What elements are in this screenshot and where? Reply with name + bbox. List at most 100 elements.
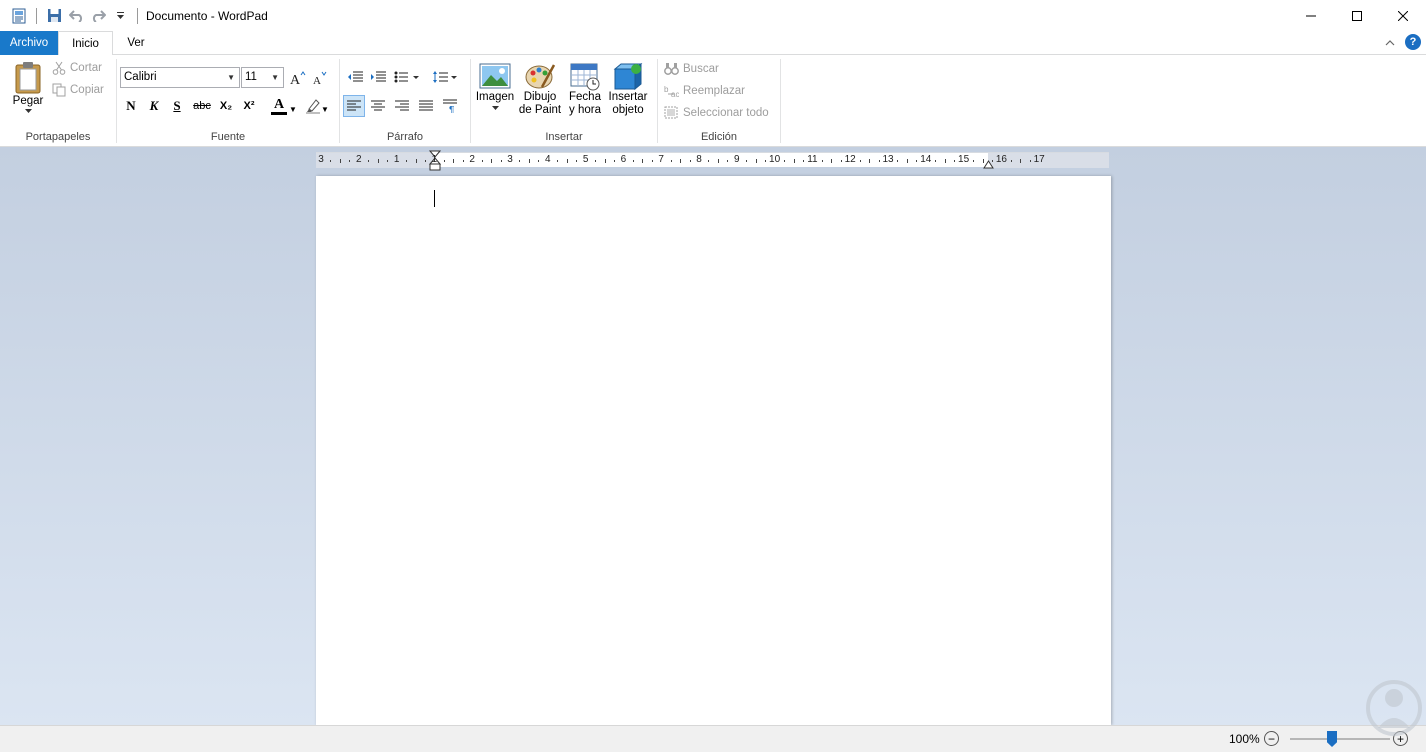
- image-icon: [479, 63, 511, 89]
- replace-label: Reemplazar: [683, 84, 745, 97]
- ruler-tick: [330, 160, 332, 162]
- ruler-tick: [727, 160, 729, 162]
- ruler-tick: [500, 160, 502, 162]
- align-right-button[interactable]: [391, 95, 413, 117]
- zoom-out-button[interactable]: −: [1264, 731, 1279, 746]
- italic-button[interactable]: K: [143, 95, 165, 117]
- decrease-indent-button[interactable]: [344, 66, 366, 88]
- replace-button[interactable]: b ac Reemplazar: [664, 84, 745, 98]
- document-workspace: 3 2 1 1 2 3 4 5 6 7 8 9 10 11 12 13 14 15 16 17: [0, 147, 1426, 725]
- font-group-label: Fuente: [210, 131, 246, 143]
- ruler-label: 9: [734, 154, 740, 165]
- ruler-label: 3: [318, 154, 324, 165]
- align-center-button[interactable]: [367, 95, 389, 117]
- shrink-font-icon: A: [313, 71, 327, 85]
- datetime-label-2: y hora: [569, 104, 601, 116]
- font-family-select[interactable]: Calibri ▼: [120, 67, 240, 88]
- copy-icon: [52, 83, 66, 97]
- ruler-tick: [954, 160, 956, 162]
- watermark-logo: [1366, 680, 1422, 736]
- ruler-label: 16: [995, 154, 1007, 165]
- image-button[interactable]: Imagen: [474, 59, 516, 111]
- font-size-select[interactable]: 11 ▼: [241, 67, 284, 88]
- underline-button[interactable]: S: [166, 95, 188, 117]
- ruler-tick: [746, 160, 748, 162]
- ruler-label: 14: [920, 154, 932, 165]
- ruler-tick: [443, 160, 445, 162]
- ruler-label: 12: [844, 154, 856, 165]
- bold-button[interactable]: N: [120, 95, 142, 117]
- chevron-down-icon[interactable]: ▼: [321, 105, 329, 114]
- select-all-button[interactable]: Seleccionar todo: [664, 106, 769, 119]
- ruler-tick: [670, 160, 672, 162]
- datetime-button[interactable]: Fecha y hora: [564, 59, 606, 117]
- line-spacing-button[interactable]: [430, 66, 460, 88]
- paste-button[interactable]: Pegar: [8, 59, 48, 125]
- customize-qat-icon[interactable]: [109, 5, 131, 27]
- align-left-icon: [347, 100, 361, 111]
- maximize-button[interactable]: [1334, 0, 1380, 31]
- align-right-icon: [395, 100, 409, 111]
- undo-icon[interactable]: [65, 5, 87, 27]
- insert-object-button[interactable]: Insertar objeto: [606, 59, 650, 117]
- ruler-tick: [387, 160, 389, 162]
- superscript-button[interactable]: X²: [238, 95, 260, 117]
- ruler-tick: [982, 159, 984, 163]
- redo-icon[interactable]: [87, 5, 109, 27]
- window-title: Documento - WordPad: [146, 8, 268, 23]
- copy-button[interactable]: Copiar: [52, 83, 104, 97]
- close-button[interactable]: [1380, 0, 1426, 31]
- cut-button[interactable]: Cortar: [52, 61, 102, 75]
- paste-label: Pegar: [12, 95, 44, 107]
- ruler-label: 15: [958, 154, 970, 165]
- ruler-tick: [755, 159, 757, 163]
- chevron-down-icon[interactable]: ▼: [289, 105, 297, 114]
- help-icon[interactable]: ?: [1405, 34, 1421, 50]
- zoom-level: 100%: [1229, 732, 1260, 746]
- ruler-label: 17: [1033, 154, 1045, 165]
- ruler-label: 5: [582, 154, 589, 165]
- justify-button[interactable]: [415, 95, 437, 117]
- document-page[interactable]: [316, 176, 1111, 725]
- ruler-tick: [642, 159, 644, 163]
- ruler-tick: [869, 159, 871, 163]
- ruler-tick: [1020, 159, 1022, 163]
- ruler-tick: [651, 160, 653, 162]
- ruler-tick: [831, 159, 833, 163]
- ruler-tick: [1010, 160, 1012, 162]
- app-icon[interactable]: [8, 5, 30, 27]
- grow-font-button[interactable]: A: [287, 67, 309, 89]
- bullets-button[interactable]: [392, 66, 422, 88]
- zoom-slider-thumb[interactable]: [1327, 731, 1337, 747]
- save-icon[interactable]: [43, 5, 65, 27]
- tab-archivo[interactable]: Archivo: [0, 31, 58, 55]
- minimize-button[interactable]: [1288, 0, 1334, 31]
- ribbon: Pegar Cortar Copiar Portapapeles Calibri…: [0, 55, 1426, 147]
- ruler[interactable]: 3 2 1 1 2 3 4 5 6 7 8 9 10 11 12 13 14 15 16 17: [316, 150, 1109, 171]
- tab-inicio[interactable]: Inicio: [58, 31, 113, 56]
- strikethrough-button[interactable]: abc: [191, 95, 213, 117]
- ruler-tick: [680, 159, 682, 163]
- paint-drawing-button[interactable]: Dibujo de Paint: [518, 59, 562, 117]
- shrink-font-button[interactable]: A: [309, 67, 331, 89]
- increase-indent-button[interactable]: [367, 66, 389, 88]
- paragraph-settings-button[interactable]: ¶: [440, 95, 462, 117]
- svg-text:A: A: [313, 75, 321, 85]
- ruler-tick: [576, 160, 578, 162]
- chevron-down-icon: ▼: [227, 73, 235, 82]
- find-button[interactable]: Buscar: [664, 62, 719, 75]
- subscript-button[interactable]: X₂: [215, 95, 237, 117]
- ruler-tick: [916, 160, 918, 162]
- ruler-left-margin: [316, 153, 435, 168]
- object-label-2: objeto: [612, 104, 644, 116]
- copy-label: Copiar: [70, 84, 104, 96]
- collapse-ribbon-icon[interactable]: [1382, 34, 1398, 50]
- image-label: Imagen: [475, 91, 515, 103]
- ruler-tick: [349, 160, 351, 162]
- ruler-tick: [424, 160, 426, 162]
- chevron-down-icon: [491, 106, 499, 110]
- tab-ver[interactable]: Ver: [113, 31, 159, 55]
- align-left-button[interactable]: [343, 95, 365, 117]
- clipboard-group-label: Portapapeles: [25, 131, 91, 143]
- ruler-tick: [717, 159, 719, 163]
